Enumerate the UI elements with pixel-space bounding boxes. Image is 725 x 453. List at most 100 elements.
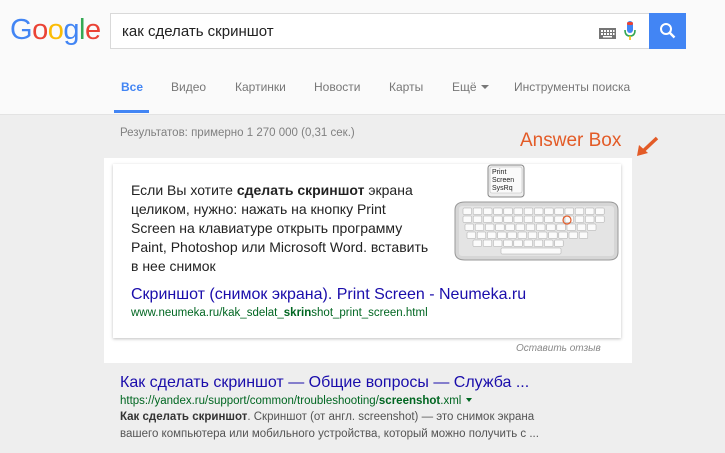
snippet-highlight: Как сделать скриншот xyxy=(120,411,248,423)
keyboard-key xyxy=(495,223,505,231)
answer-snippet: Если Вы хотите сделать скриншот экрана ц… xyxy=(131,181,431,276)
keyboard-key xyxy=(483,207,493,215)
keyboard-key xyxy=(556,223,566,231)
answer-box: Если Вы хотите сделать скриншот экрана ц… xyxy=(113,164,621,338)
keyboard-key xyxy=(476,231,487,239)
url-menu-arrow-icon[interactable] xyxy=(466,398,473,402)
tab-more-label: Ещё xyxy=(452,80,477,94)
tab-search-tools[interactable]: Инструменты поиска xyxy=(514,80,630,94)
keyboard-key xyxy=(544,215,554,223)
keyboard-key xyxy=(523,207,534,215)
microphone-icon[interactable] xyxy=(624,21,636,46)
url-text: .xml xyxy=(440,395,462,407)
key-label: Screen xyxy=(492,177,514,184)
keyboard-image[interactable]: Print Screen SysRq xyxy=(451,164,621,264)
keyboard-key xyxy=(554,239,564,247)
keyboard-key xyxy=(483,215,493,223)
search-icon xyxy=(660,23,676,39)
keyboard-key xyxy=(534,207,544,215)
tab-images[interactable]: Картинки xyxy=(235,80,286,94)
url-highlight: skrin xyxy=(283,307,312,319)
keyboard-key xyxy=(497,231,507,239)
keyboard-key xyxy=(558,231,568,239)
keyboard-key xyxy=(472,215,483,223)
keyboard-key xyxy=(578,231,589,239)
url-highlight: screenshot xyxy=(378,395,441,407)
tab-video[interactable]: Видео xyxy=(171,80,206,94)
keyboard-key xyxy=(523,215,534,223)
keyboard-key xyxy=(548,231,558,239)
keyboard-key xyxy=(544,207,554,215)
keyboard-key xyxy=(515,223,525,231)
keyboard-key xyxy=(566,223,576,231)
tab-maps[interactable]: Карты xyxy=(389,80,423,94)
logo-letter: e xyxy=(84,14,101,46)
url-text: https://yandex.ru/support/common/trouble… xyxy=(120,395,379,407)
feedback-link[interactable]: Оставить отзыв xyxy=(516,343,601,354)
keyboard-key xyxy=(585,207,595,215)
answer-source-link[interactable]: Скриншот (снимок экрана). Print Screen -… xyxy=(131,286,526,304)
keyboard-key xyxy=(513,239,523,247)
keyboard-key xyxy=(513,215,523,223)
search-header: Google как сделать скриншот xyxy=(0,0,725,62)
keyboard-key xyxy=(462,207,472,215)
keyboard-key xyxy=(482,239,493,247)
answer-box-annotation: Answer Box xyxy=(520,130,622,151)
keyboard-key xyxy=(505,223,515,231)
url-text: shot_print_screen.html xyxy=(311,307,428,319)
keyboard-key xyxy=(525,223,536,231)
keyboard-key xyxy=(503,239,513,247)
keyboard-key xyxy=(517,231,527,239)
keyboard-key xyxy=(503,207,513,215)
logo-letter: o xyxy=(32,14,48,46)
keyboard-key xyxy=(546,223,556,231)
keyboard-key xyxy=(472,239,482,247)
keyboard-key xyxy=(485,223,495,231)
keyboard-key xyxy=(507,231,517,239)
search-button[interactable] xyxy=(649,13,686,49)
keyboard-key xyxy=(527,231,538,239)
keyboard-key xyxy=(513,207,523,215)
search-input[interactable]: как сделать скриншот xyxy=(110,13,649,49)
tab-all[interactable]: Все xyxy=(121,80,143,94)
keyboard-key xyxy=(574,215,585,223)
keyboard-key xyxy=(462,215,472,223)
google-logo[interactable]: Google xyxy=(10,14,101,47)
result-snippet: Как сделать скриншот. Скриншот (от англ.… xyxy=(120,409,590,443)
search-tabs: Все Видео Картинки Новости Карты Ещё Инс… xyxy=(0,62,725,115)
keyboard-key xyxy=(595,215,605,223)
keyboard-key xyxy=(487,231,497,239)
keyboard-key xyxy=(534,215,544,223)
keyboard-spacebar xyxy=(500,247,562,255)
logo-letter: G xyxy=(10,14,33,46)
tab-news[interactable]: Новости xyxy=(314,80,360,94)
snippet-text: вашего компьютера или мобильного устройс… xyxy=(120,428,539,440)
keyboard-key xyxy=(544,239,554,247)
tab-more[interactable]: Ещё xyxy=(452,80,489,94)
keyboard-key xyxy=(554,215,564,223)
keyboard-key xyxy=(493,215,503,223)
answer-source-url: www.neumeka.ru/kak_sdelat_skrinshot_prin… xyxy=(131,307,428,319)
keyboard-key xyxy=(464,223,474,231)
keyboard-key xyxy=(493,207,503,215)
keyboard-key xyxy=(595,207,605,215)
arrow-icon xyxy=(637,136,659,156)
keyboard-key xyxy=(536,223,546,231)
keyboard-key xyxy=(585,215,595,223)
result-title-link[interactable]: Как сделать скриншот — Общие вопросы — С… xyxy=(120,374,529,392)
key-label: SysRq xyxy=(492,185,513,192)
keyboard-key xyxy=(533,239,544,247)
keyboard-key xyxy=(503,215,513,223)
result-stats: Результатов: примерно 1 270 000 (0,31 се… xyxy=(120,127,355,139)
result-url: https://yandex.ru/support/common/trouble… xyxy=(120,395,473,407)
snippet-text: Если Вы хотите xyxy=(131,182,237,198)
keyboard-key xyxy=(472,207,483,215)
keyboard-icon[interactable] xyxy=(599,26,616,44)
search-query-text: как сделать скриншот xyxy=(122,23,274,40)
url-text: www.neumeka.ru/kak_sdelat_ xyxy=(131,307,284,319)
logo-letter: g xyxy=(63,14,79,46)
keyboard-key xyxy=(554,207,564,215)
keyboard-key xyxy=(568,231,578,239)
snippet-text: . Скриншот (от англ. screenshot) — это с… xyxy=(247,411,535,423)
keyboard-key xyxy=(538,231,548,239)
